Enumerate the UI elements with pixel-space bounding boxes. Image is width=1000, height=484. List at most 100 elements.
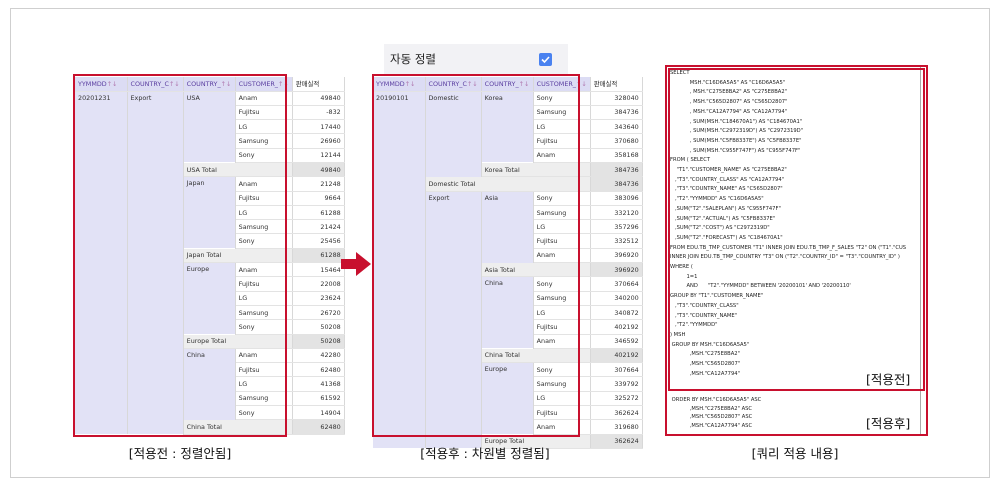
customer-cell: Sony xyxy=(533,91,591,106)
pivot-table-after: YYMMDD↑↓ COUNTRY_C↑↓ COUNTRY_↑↓ CUSTOMER_↑↓… xyxy=(373,77,643,449)
total-label-cell: China Total xyxy=(481,348,591,364)
column-header-label: YYMMDD xyxy=(78,79,107,88)
sort-arrows-icon[interactable]: ↑↓ xyxy=(405,80,416,88)
value-cell: 41368 xyxy=(292,376,345,392)
query-line: ,"T3"."COUNTRY_CLASS" AS "CA12A7794" xyxy=(670,176,785,183)
value-cell: 396920 xyxy=(590,248,643,264)
customer-cell: Fujitsu xyxy=(235,105,293,121)
query-line: , SUM(MSH."C5FB8337E") AS "C5FB8337E" xyxy=(670,137,802,144)
query-line: ,SUM("T2"."SALEPLAN") AS "C955F747F" xyxy=(670,205,781,212)
customer-cell: Sony xyxy=(235,319,293,335)
country-class-cell: Domestic xyxy=(425,91,482,177)
sort-arrows-icon[interactable]: ↑↓ xyxy=(519,80,530,88)
query-line: 1=1 xyxy=(670,273,698,280)
customer-cell: Samsung xyxy=(235,133,293,149)
query-line: , SUM(MSH."C2972319D") AS "C2972319D" xyxy=(670,128,804,135)
sort-arrows-icon[interactable]: ↑↓ xyxy=(576,80,587,88)
value-cell: 332512 xyxy=(590,233,643,249)
country-cell: China xyxy=(183,348,236,420)
column-header[interactable]: CUSTOMER_↑↓ xyxy=(533,77,591,92)
column-header[interactable]: COUNTRY_C↑↓ xyxy=(425,77,482,92)
value-cell: 362624 xyxy=(590,405,643,421)
customer-cell: Samsung xyxy=(533,376,591,392)
query-line: ,MSH."C275E8BA2" ASC xyxy=(670,405,753,412)
query-line: , MSH."C565D2807" AS "C565D2807" xyxy=(670,99,788,106)
auto-sort-toggle[interactable]: 자동 정렬 xyxy=(384,44,568,74)
query-line: ,"T3"."COUNTRY_NAME" AS "C565D2807" xyxy=(670,186,783,193)
value-cell: 319680 xyxy=(590,419,643,435)
value-cell: -832 xyxy=(292,105,345,121)
value-cell: 22008 xyxy=(292,276,345,292)
caption-before: [적용전 : 정렬안됨] xyxy=(128,446,232,461)
customer-cell: Samsung xyxy=(235,391,293,407)
sort-arrows-icon[interactable]: ↑↓ xyxy=(107,80,118,88)
customer-cell: Fujitsu xyxy=(235,276,293,292)
total-value-cell: 402192 xyxy=(590,348,643,364)
column-header[interactable]: COUNTRY_↑↓ xyxy=(183,77,236,92)
query-line: ,SUM("T2"."COST") AS "C2972319D" xyxy=(670,225,770,232)
sort-arrows-icon[interactable]: ↑↓ xyxy=(278,80,289,88)
column-header[interactable]: COUNTRY_C↑↓ xyxy=(127,77,184,92)
column-header[interactable]: COUNTRY_↑↓ xyxy=(481,77,534,92)
value-cell: 370680 xyxy=(590,133,643,149)
sort-arrows-icon[interactable]: ↑↓ xyxy=(221,80,232,88)
query-line: , MSH."CA12A7794" AS "CA12A7794" xyxy=(670,108,788,115)
column-header[interactable]: YYMMDD↑↓ xyxy=(373,77,426,92)
total-label-cell: China Total xyxy=(183,419,293,435)
query-line: GROUP BY MSH."C16D6A5A5" xyxy=(670,341,750,348)
customer-cell: Anam xyxy=(533,248,591,264)
value-cell: 42280 xyxy=(292,348,345,364)
query-line: FROM ( SELECT xyxy=(670,157,710,164)
customer-cell: Sony xyxy=(533,276,591,292)
query-line: INNER JOIN EDU.TB_TMP_COUNTRY "T3" ON ("… xyxy=(670,254,900,261)
column-header[interactable]: 판매실적 xyxy=(590,77,643,92)
value-cell: 383096 xyxy=(590,191,643,206)
value-cell: 61288 xyxy=(292,205,345,221)
customer-cell: LG xyxy=(533,391,591,407)
query-line: ) MSH xyxy=(670,331,686,338)
value-cell: 370664 xyxy=(590,276,643,292)
column-header[interactable]: YYMMDD↑↓ xyxy=(75,77,128,92)
total-label-cell: Japan Total xyxy=(183,248,293,264)
value-cell: 9664 xyxy=(292,191,345,206)
country-class-cell: Export xyxy=(127,91,184,435)
query-line: ,SUM("T2"."FORECAST") AS "C184670A1" xyxy=(670,234,783,241)
query-line: GROUP BY "T1"."CUSTOMER_NAME" xyxy=(670,293,764,300)
auto-sort-checkbox[interactable] xyxy=(539,53,552,66)
country-cell: China xyxy=(481,276,534,349)
value-cell: 346592 xyxy=(590,334,643,349)
query-line: ORDER BY MSH."C16D6A5A5" ASC xyxy=(670,397,762,403)
total-value-cell: 62480 xyxy=(292,419,345,435)
sort-arrows-icon[interactable]: ↑↓ xyxy=(467,80,478,88)
query-line: ,"T2"."YYMMDD" xyxy=(670,322,718,329)
value-cell: 357296 xyxy=(590,219,643,235)
customer-cell: Anam xyxy=(235,176,293,192)
country-cell: Europe xyxy=(481,362,534,435)
country-cell: Asia xyxy=(481,191,534,263)
value-cell: 26720 xyxy=(292,305,345,321)
column-header-label: YYMMDD xyxy=(376,79,405,88)
total-value-cell: 396920 xyxy=(590,262,643,278)
sort-arrows-icon[interactable]: ↑↓ xyxy=(169,80,180,88)
value-cell: 328040 xyxy=(590,91,643,106)
value-cell: 15464 xyxy=(292,262,345,278)
customer-cell: LG xyxy=(235,376,293,392)
query-tag-after: [적용후] xyxy=(864,413,913,432)
total-label-cell: Domestic Total xyxy=(425,176,591,192)
customer-cell: LG xyxy=(235,291,293,306)
query-line: , MSH."C275E8BA2" AS "C275E8BA2" xyxy=(670,89,788,96)
value-cell: 340200 xyxy=(590,291,643,306)
query-line: SELECT xyxy=(670,70,690,76)
value-cell: 12144 xyxy=(292,148,345,163)
column-header[interactable]: CUSTOMER_↑↓ xyxy=(235,77,293,92)
column-header[interactable]: 판매실적 xyxy=(292,77,345,92)
customer-cell: LG xyxy=(533,305,591,321)
pivot-after: YYMMDD↑↓ COUNTRY_C↑↓ COUNTRY_↑↓ CUSTOMER_↑↓… xyxy=(373,77,643,449)
total-value-cell: 49840 xyxy=(292,162,345,178)
customer-cell: Anam xyxy=(533,419,591,435)
customer-cell: Fujitsu xyxy=(533,319,591,335)
customer-cell: Samsung xyxy=(533,291,591,306)
customer-cell: Anam xyxy=(235,91,293,106)
checkmark-icon xyxy=(541,56,550,64)
total-label-cell: Korea Total xyxy=(481,162,591,178)
